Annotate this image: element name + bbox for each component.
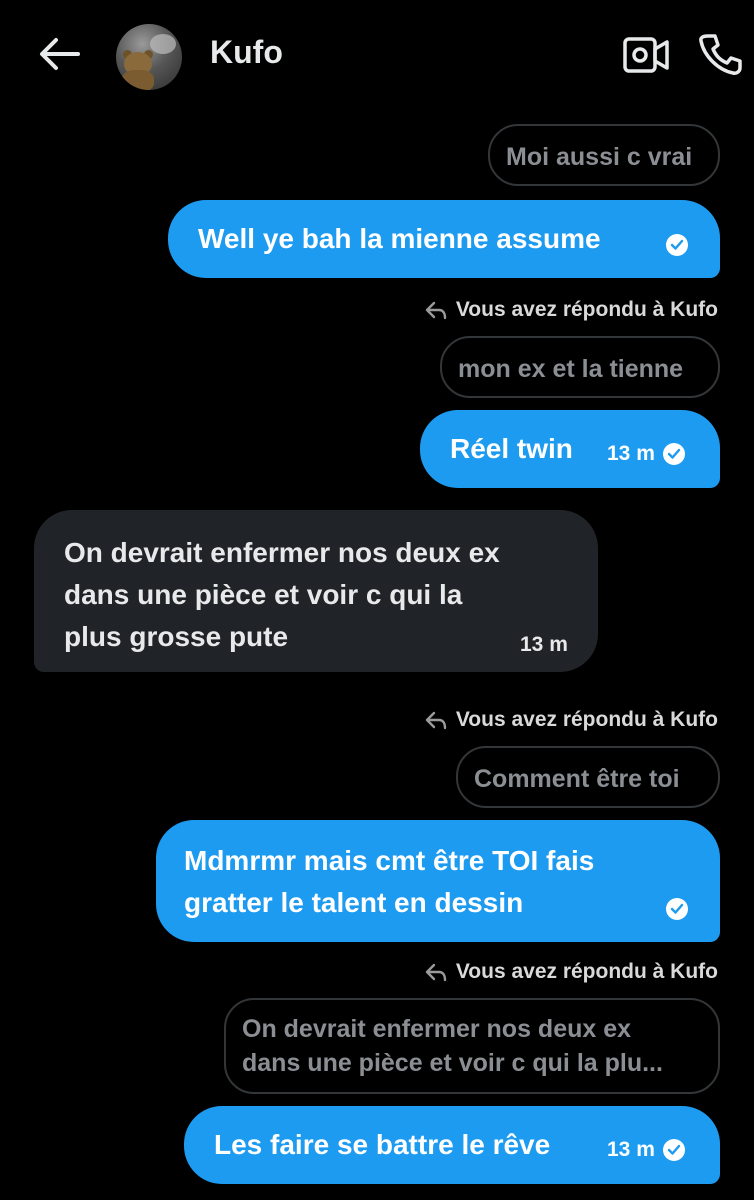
quoted-message[interactable]: On devrait enfermer nos deux ex dans une… <box>224 998 720 1094</box>
read-check-icon <box>662 1139 685 1161</box>
video-call-button[interactable] <box>622 34 670 76</box>
phone-call-button[interactable] <box>696 30 744 78</box>
reply-icon <box>425 301 447 320</box>
reply-indicator: Vous avez répondu à Kufo <box>424 298 718 322</box>
message-time: 13 m <box>607 1138 655 1161</box>
avatar[interactable] <box>116 24 182 90</box>
message-meta <box>666 234 688 256</box>
reply-icon <box>425 711 447 730</box>
sent-message[interactable]: Mdmrmr mais cmt être TOI fais gratter le… <box>156 820 720 942</box>
received-message[interactable]: On devrait enfermer nos deux ex dans une… <box>34 510 598 672</box>
message-line: dans une pièce et voir c qui la <box>64 579 463 610</box>
reply-indicator-text: Vous avez répondu à Kufo <box>455 298 718 321</box>
message-line: plus grosse pute <box>64 621 289 652</box>
message-line: On devrait enfermer nos deux ex <box>64 537 500 568</box>
message-meta <box>666 898 688 920</box>
contact-name[interactable]: Kufo <box>210 34 283 71</box>
reply-indicator: Vous avez répondu à Kufo <box>424 960 718 984</box>
quoted-message[interactable]: Moi aussi c vrai <box>488 124 720 186</box>
phone-call-icon <box>699 34 742 75</box>
message-meta: 13 m <box>607 442 685 466</box>
quoted-message-text: mon ex et la tienne <box>458 355 684 383</box>
sent-message[interactable]: Well ye bah la mienne assume <box>168 200 720 278</box>
quoted-message[interactable]: Comment être toi <box>456 746 720 808</box>
message-meta: 13 m <box>520 624 568 666</box>
quoted-message-text: Moi aussi c vrai <box>506 143 693 171</box>
quoted-message[interactable]: mon ex et la tienne <box>440 336 720 398</box>
reply-indicator-text: Vous avez répondu à Kufo <box>455 708 718 731</box>
quoted-message-line: On devrait enfermer nos deux ex <box>242 1015 632 1043</box>
message-text: Réel twin <box>450 433 573 464</box>
chat-screen: Kufo Moi aussi c vrai Well ye bah la mie… <box>0 0 754 1200</box>
chat-header: Kufo <box>0 0 754 110</box>
read-check-icon <box>666 898 688 920</box>
quoted-message-text: Comment être toi <box>474 765 680 793</box>
back-button[interactable] <box>36 34 82 74</box>
arrow-left-icon <box>40 38 80 70</box>
message-text: Les faire se battre le rêve <box>214 1129 551 1160</box>
reply-icon <box>425 963 447 982</box>
quoted-message-line: dans une pièce et voir c qui la plu... <box>242 1049 663 1077</box>
message-line: Mdmrmr mais cmt être TOI fais <box>184 845 595 876</box>
reply-indicator: Vous avez répondu à Kufo <box>424 708 718 732</box>
read-check-icon <box>666 234 688 256</box>
video-call-icon <box>623 37 669 73</box>
message-line: gratter le talent en dessin <box>184 887 524 918</box>
reply-indicator-text: Vous avez répondu à Kufo <box>455 960 718 983</box>
message-time: 13 m <box>520 633 568 656</box>
message-time: 13 m <box>607 442 655 465</box>
message-text: Well ye bah la mienne assume <box>198 223 601 254</box>
message-meta: 13 m <box>607 1138 685 1162</box>
read-check-icon <box>662 443 685 465</box>
